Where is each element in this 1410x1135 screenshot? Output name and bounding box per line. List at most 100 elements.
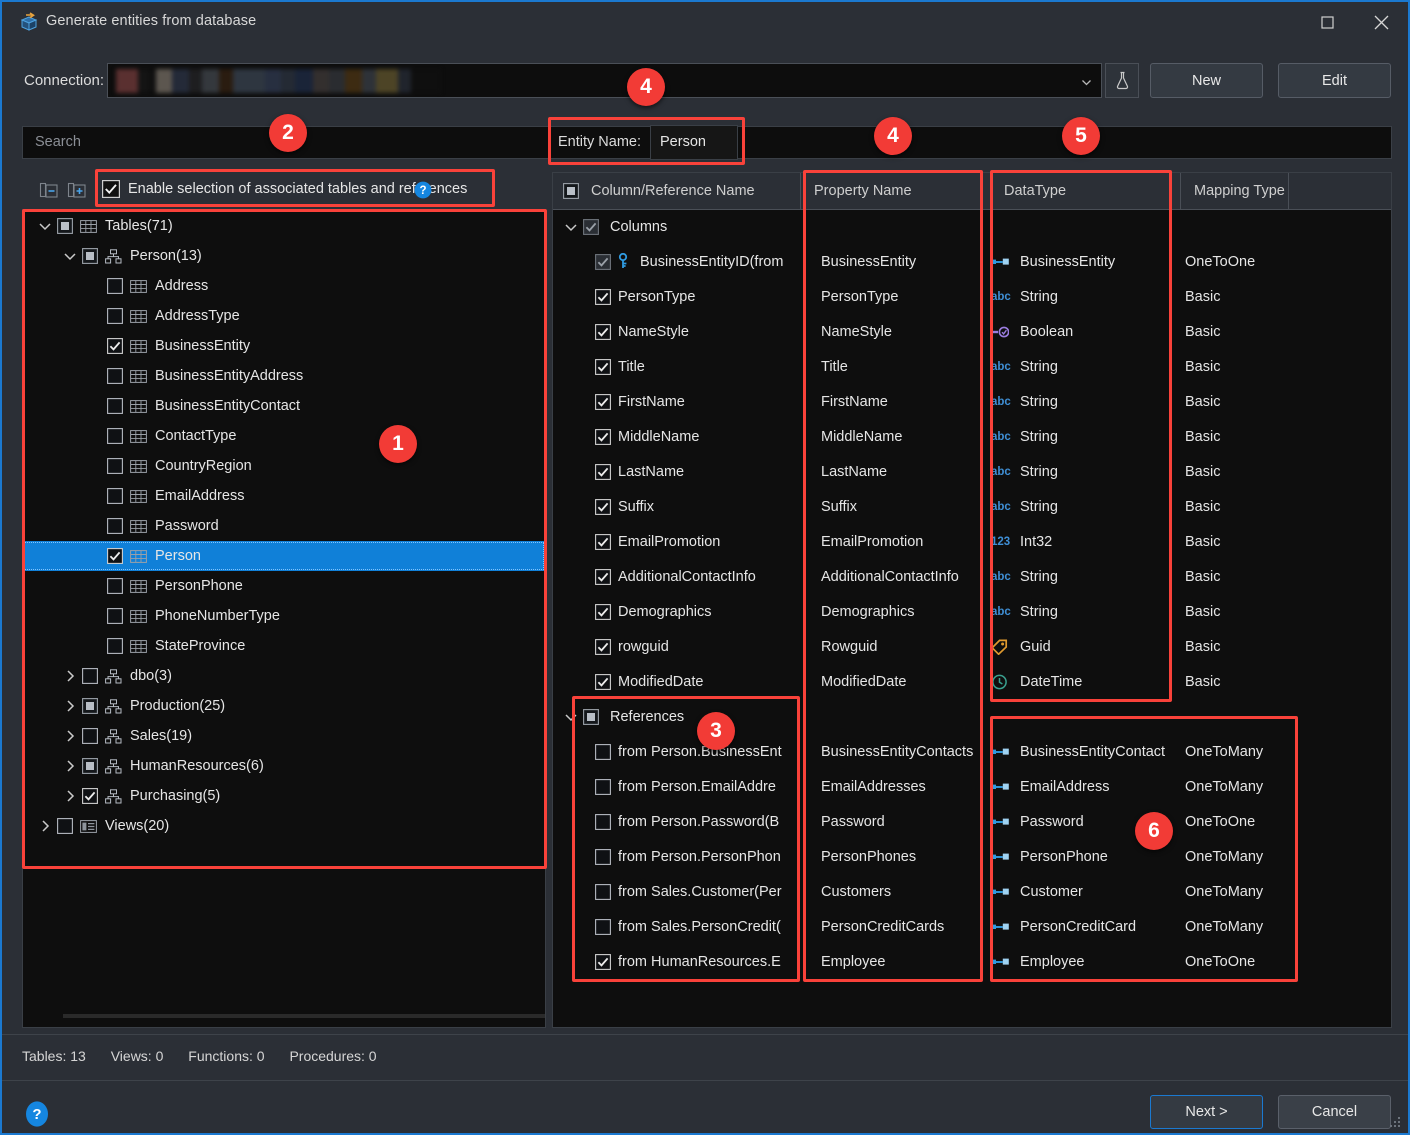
resize-grip-icon[interactable] [1389, 1115, 1401, 1127]
tree-item-checkbox[interactable] [107, 638, 123, 654]
tree-item-address[interactable]: Address [23, 271, 545, 301]
table-row[interactable]: LastName LastName abc String Basic [553, 454, 1391, 489]
row-checkbox[interactable] [595, 953, 611, 970]
tree-item-checkbox[interactable] [107, 368, 123, 384]
chevron-down-icon[interactable] [563, 219, 579, 235]
header-property-name[interactable]: Property Name [801, 173, 991, 209]
tree-item-person13[interactable]: Person(13) [23, 241, 545, 271]
table-row[interactable]: from Person.EmailAddre EmailAddresses Emai… [553, 769, 1391, 804]
tree-item-views20[interactable]: Views(20) [23, 811, 545, 841]
chevron-down-icon[interactable] [563, 709, 579, 725]
tree-item-checkbox[interactable] [82, 248, 98, 264]
tree-item-checkbox[interactable] [107, 548, 123, 564]
tree-item-checkbox[interactable] [82, 668, 98, 684]
table-row[interactable]: BusinessEntityID(from BusinessEntity Busin… [553, 244, 1391, 279]
tree-item-checkbox[interactable] [107, 278, 123, 294]
chevron-right-icon[interactable] [62, 728, 78, 744]
table-row[interactable]: Suffix Suffix abc String Basic [553, 489, 1391, 524]
chevron-down-icon[interactable] [37, 218, 53, 234]
table-row[interactable]: from Sales.Customer(Per Customers Customer… [553, 874, 1391, 909]
tree-item-personphone[interactable]: PersonPhone [23, 571, 545, 601]
row-checkbox[interactable] [595, 253, 611, 270]
table-row[interactable]: MiddleName MiddleName abc String Basic [553, 419, 1391, 454]
row-checkbox[interactable] [595, 638, 611, 655]
tree-item-tables71[interactable]: Tables(71) [23, 211, 545, 241]
grid-group-columns[interactable]: Columns [553, 209, 1391, 244]
row-checkbox[interactable] [595, 848, 611, 865]
tree-item-checkbox[interactable] [107, 308, 123, 324]
grid-group-references[interactable]: References [553, 699, 1391, 734]
tree-item-stateprovince[interactable]: StateProvince [23, 631, 545, 661]
row-checkbox[interactable] [595, 498, 611, 515]
row-checkbox[interactable] [595, 603, 611, 620]
help-icon[interactable]: ? [414, 181, 432, 199]
tree-item-businessentity[interactable]: BusinessEntity [23, 331, 545, 361]
row-checkbox[interactable] [595, 778, 611, 795]
group-checkbox[interactable] [583, 708, 599, 725]
chevron-right-icon[interactable] [62, 788, 78, 804]
table-row[interactable]: PersonType PersonType abc String Basic [553, 279, 1391, 314]
edit-connection-button[interactable]: Edit [1278, 63, 1391, 98]
table-row[interactable]: from Person.Password(B Password Password On… [553, 804, 1391, 839]
tree-item-checkbox[interactable] [82, 758, 98, 774]
tree-item-checkbox[interactable] [107, 398, 123, 414]
chevron-right-icon[interactable] [37, 818, 53, 834]
row-checkbox[interactable] [595, 883, 611, 900]
tree-item-businessentityaddress[interactable]: BusinessEntityAddress [23, 361, 545, 391]
tree-item-checkbox[interactable] [107, 608, 123, 624]
table-row[interactable]: FirstName FirstName abc String Basic [553, 384, 1391, 419]
table-row[interactable]: from Person.BusinessEnt BusinessEntityCon… [553, 734, 1391, 769]
tree-horizontal-scrollbar[interactable] [63, 1014, 545, 1018]
close-icon[interactable] [1358, 2, 1404, 42]
row-checkbox[interactable] [595, 288, 611, 305]
database-object-tree[interactable]: Tables(71) Person(13) Address AddressType Bu… [22, 210, 546, 1028]
tree-item-businessentitycontact[interactable]: BusinessEntityContact [23, 391, 545, 421]
tree-item-checkbox[interactable] [107, 458, 123, 474]
row-checkbox[interactable] [595, 358, 611, 375]
next-button[interactable]: Next > [1150, 1095, 1263, 1129]
table-row[interactable]: from HumanResources.E Employee Employee One… [553, 944, 1391, 979]
tree-item-phonenumbertype[interactable]: PhoneNumberType [23, 601, 545, 631]
chevron-right-icon[interactable] [62, 758, 78, 774]
chevron-right-icon[interactable] [62, 668, 78, 684]
table-row[interactable]: EmailPromotion EmailPromotion 123 Int32 Basi… [553, 524, 1391, 559]
tree-item-checkbox[interactable] [82, 788, 98, 804]
tree-item-checkbox[interactable] [107, 518, 123, 534]
tree-item-checkbox[interactable] [107, 428, 123, 444]
tree-item-addresstype[interactable]: AddressType [23, 301, 545, 331]
enable-associated-checkbox[interactable] [102, 180, 120, 198]
row-checkbox[interactable] [595, 743, 611, 760]
tree-item-humanresources6[interactable]: HumanResources(6) [23, 751, 545, 781]
row-checkbox[interactable] [595, 568, 611, 585]
tree-item-purchasing5[interactable]: Purchasing(5) [23, 781, 545, 811]
table-row[interactable]: from Sales.PersonCredit(PersonCreditCard… [553, 909, 1391, 944]
row-checkbox[interactable] [595, 813, 611, 830]
flask-icon[interactable] [1105, 63, 1139, 98]
row-checkbox[interactable] [595, 673, 611, 690]
tree-item-checkbox[interactable] [57, 818, 73, 834]
table-row[interactable]: Demographics Demographics abc String Basic [553, 594, 1391, 629]
tree-item-countryregion[interactable]: CountryRegion [23, 451, 545, 481]
row-checkbox[interactable] [595, 918, 611, 935]
expand-all-icon[interactable] [66, 180, 88, 202]
row-checkbox[interactable] [595, 393, 611, 410]
row-checkbox[interactable] [595, 463, 611, 480]
tree-item-dbo3[interactable]: dbo(3) [23, 661, 545, 691]
table-row[interactable]: AdditionalContactInfo AdditionalContactIn… [553, 559, 1391, 594]
row-checkbox[interactable] [595, 323, 611, 340]
tree-item-emailaddress[interactable]: EmailAddress [23, 481, 545, 511]
row-checkbox[interactable] [595, 533, 611, 550]
collapse-all-icon[interactable] [38, 180, 60, 202]
table-row[interactable]: NameStyle NameStyle Boolean Basic [553, 314, 1391, 349]
connection-combobox[interactable] [107, 63, 1102, 98]
tree-item-person[interactable]: Person [23, 541, 545, 571]
chevron-down-icon[interactable] [62, 248, 78, 264]
tree-item-checkbox[interactable] [107, 578, 123, 594]
row-checkbox[interactable] [595, 428, 611, 445]
tree-item-checkbox[interactable] [82, 728, 98, 744]
chevron-down-icon[interactable] [1081, 75, 1092, 86]
tree-item-checkbox[interactable] [107, 338, 123, 354]
tree-item-contacttype[interactable]: ContactType [23, 421, 545, 451]
help-icon[interactable]: ? [24, 1101, 50, 1127]
header-mapping-type[interactable]: Mapping Type [1181, 173, 1289, 209]
